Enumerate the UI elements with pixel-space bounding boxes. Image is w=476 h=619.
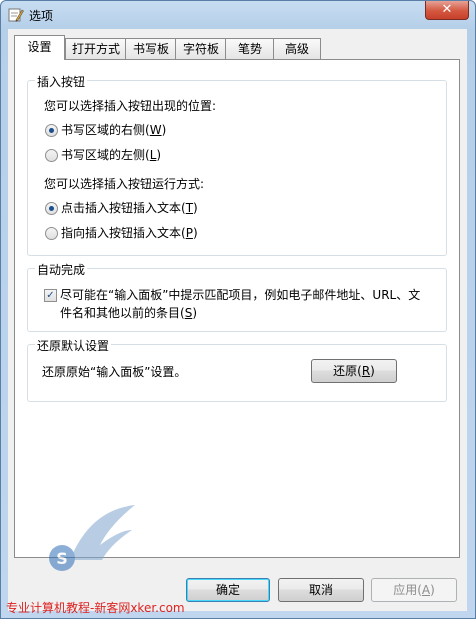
- label-text: 件名和其他以前的条目(: [60, 306, 185, 320]
- apply-button[interactable]: 应用(A): [371, 578, 457, 602]
- autocomplete-label-line2[interactable]: 件名和其他以前的条目(S): [60, 304, 197, 321]
- watermark-text: 专业计算机教程-新客网xker.com: [6, 601, 185, 615]
- tab-writing-pad[interactable]: 书写板: [125, 38, 177, 59]
- tab-label: 字符板: [182, 42, 219, 56]
- insert-button-group: 插入按钮 您可以选择插入按钮出现的位置: 书写区域的右侧(W) 书写区域的左侧(…: [27, 73, 447, 256]
- button-text: 应用(: [393, 583, 422, 597]
- button-text: 还原(: [333, 364, 362, 378]
- tab-advanced[interactable]: 高级: [273, 38, 321, 59]
- button-text: ): [430, 583, 435, 597]
- settings-panel: 插入按钮 您可以选择插入按钮出现的位置: 书写区域的右侧(W) 书写区域的左侧(…: [14, 59, 460, 558]
- group-title: 自动完成: [35, 261, 88, 278]
- label-text: 书写区域的右侧(: [61, 123, 150, 137]
- radio-point-insert[interactable]: [45, 227, 58, 240]
- radio-left-side-label[interactable]: 书写区域的左侧(L): [61, 146, 161, 163]
- label-text: 指向插入按钮插入文本(: [61, 226, 186, 240]
- radio-point-insert-label[interactable]: 指向插入按钮插入文本(P): [61, 224, 198, 241]
- svg-text:S: S: [56, 549, 68, 568]
- tab-label: 设置: [27, 40, 52, 54]
- run-prompt: 您可以选择插入按钮运行方式:: [44, 177, 205, 191]
- radio-click-insert[interactable]: [45, 202, 58, 215]
- restore-button[interactable]: 还原(R): [311, 359, 397, 383]
- restore-group: 还原默认设置 还原原始“输入面板”设置。 还原(R): [27, 337, 447, 402]
- tab-label: 高级: [284, 42, 309, 56]
- group-title: 还原默认设置: [35, 337, 112, 354]
- label-text: 点击插入按钮插入文本(: [61, 201, 186, 215]
- ok-button[interactable]: 确定: [186, 578, 270, 602]
- position-prompt: 您可以选择插入按钮出现的位置:: [44, 99, 217, 113]
- pen-icon: [8, 8, 24, 22]
- label-text: ): [193, 201, 198, 215]
- label-text: ): [156, 148, 162, 162]
- tab-label: 打开方式: [71, 42, 120, 56]
- access-key: P: [185, 226, 193, 240]
- check-icon: ✓: [46, 290, 55, 301]
- close-button[interactable]: ✕: [425, 1, 469, 20]
- watermark-logo-icon: S: [49, 505, 135, 571]
- access-key: W: [149, 123, 162, 137]
- title-bar[interactable]: 选项 ✕: [1, 1, 475, 29]
- group-title: 插入按钮: [35, 73, 88, 90]
- tab-settings[interactable]: 设置: [14, 35, 65, 60]
- autocomplete-checkbox[interactable]: ✓: [44, 289, 57, 302]
- label-text: ): [192, 306, 197, 320]
- tab-open-mode[interactable]: 打开方式: [65, 38, 127, 59]
- radio-left-side[interactable]: [45, 149, 58, 162]
- tab-label: 笔势: [237, 42, 262, 56]
- label-text: ): [161, 123, 167, 137]
- label-text: 书写区域的左侧(: [61, 148, 150, 162]
- tab-gestures[interactable]: 笔势: [225, 38, 275, 59]
- label-text: ): [192, 226, 198, 240]
- close-icon: ✕: [441, 2, 453, 17]
- tab-label: 书写板: [132, 42, 169, 56]
- tab-character-pad[interactable]: 字符板: [175, 38, 227, 59]
- access-key: T: [185, 201, 194, 215]
- autocomplete-group: 自动完成 ✓ 尽可能在“输入面板”中提示匹配项目，例如电子邮件地址、URL、文 …: [27, 261, 447, 332]
- autocomplete-label-line1[interactable]: 尽可能在“输入面板”中提示匹配项目，例如电子邮件地址、URL、文: [60, 286, 420, 303]
- access-key: R: [361, 364, 371, 378]
- radio-right-side-label[interactable]: 书写区域的右侧(W): [61, 121, 166, 138]
- cancel-button[interactable]: 取消: [278, 578, 364, 602]
- restore-description: 还原原始“输入面板”设置。: [42, 365, 187, 379]
- access-key: A: [421, 583, 431, 597]
- radio-right-side[interactable]: [45, 124, 58, 137]
- radio-click-insert-label[interactable]: 点击插入按钮插入文本(T): [61, 199, 198, 216]
- button-text: ): [370, 364, 375, 378]
- window-title: 选项: [29, 9, 54, 23]
